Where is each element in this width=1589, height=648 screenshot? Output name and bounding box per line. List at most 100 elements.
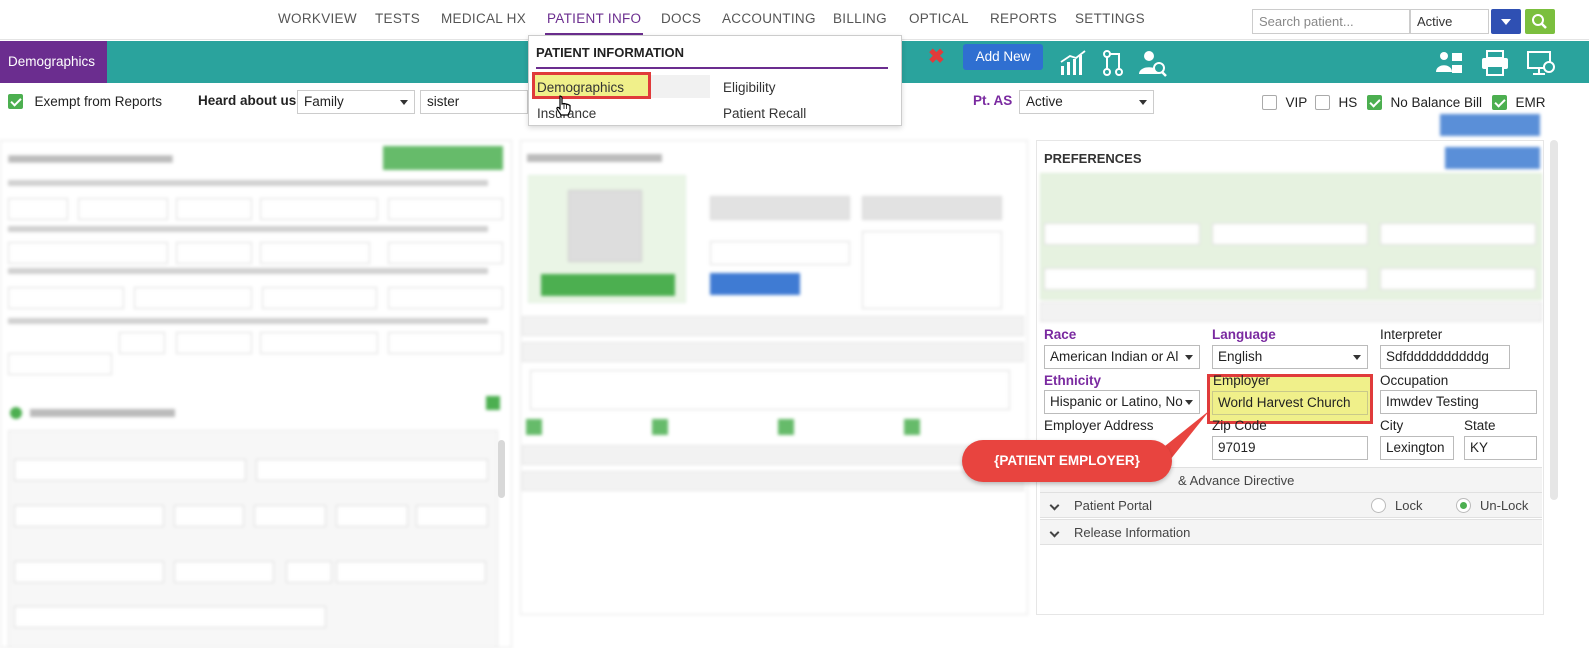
blurred-icon	[486, 396, 500, 410]
top-nav: WORKVIEW TESTS MEDICAL HX PATIENT INFO D…	[0, 0, 1589, 40]
blurred-notes	[530, 370, 1010, 410]
nav-billing[interactable]: BILLING	[833, 11, 887, 26]
blurred-field	[260, 332, 378, 354]
patient-status-select[interactable]: Active	[1410, 9, 1489, 34]
unlock-radio[interactable]	[1456, 498, 1471, 513]
nav-reports[interactable]: REPORTS	[990, 11, 1057, 26]
language-select[interactable]: English	[1212, 345, 1368, 369]
nav-medical-hx[interactable]: MEDICAL HX	[441, 11, 526, 26]
patient-info-menu: PATIENT INFORMATION Demographics Eligibi…	[528, 35, 902, 126]
monitor-settings-icon[interactable]	[1526, 48, 1556, 78]
blurred-text	[8, 180, 488, 186]
users-icon[interactable]	[1434, 48, 1464, 78]
emr-checkbox[interactable]	[1492, 95, 1507, 111]
blurred-text	[8, 268, 488, 274]
hand-cursor-icon	[556, 95, 571, 116]
tab-demographics[interactable]: Demographics	[0, 41, 107, 83]
ethnicity-label: Ethnicity	[1044, 373, 1102, 388]
search-icon	[1532, 14, 1547, 29]
printer-icon[interactable]	[1480, 48, 1510, 78]
nav-patient-info[interactable]: PATIENT INFO	[544, 11, 644, 36]
blurred-signature	[862, 231, 1002, 309]
menu-title: PATIENT INFORMATION	[536, 45, 685, 60]
menu-item-patient-recall[interactable]: Patient Recall	[723, 106, 806, 121]
nav-optical[interactable]: OPTICAL	[909, 11, 969, 26]
city-input[interactable]: Lexington	[1380, 436, 1454, 460]
blurred-text	[8, 155, 173, 163]
search-button[interactable]	[1525, 9, 1555, 34]
blurred-field	[256, 459, 488, 481]
menu-item-eligibility[interactable]: Eligibility	[723, 80, 776, 95]
blurred-section-row	[522, 316, 1024, 336]
menu-item-demographics[interactable]: Demographics	[537, 80, 624, 95]
lock-label: Lock	[1395, 498, 1423, 513]
lock-radio[interactable]	[1371, 498, 1386, 513]
heard-about-select[interactable]: Family	[297, 90, 415, 114]
no-balance-bill-checkbox[interactable]	[1367, 95, 1382, 111]
race-select[interactable]: American Indian or Al	[1044, 345, 1200, 369]
patient-portal-row[interactable]: Patient Portal Lock Un-Lock	[1040, 492, 1542, 518]
blurred-field	[416, 505, 488, 527]
blurred-field	[336, 561, 486, 583]
menu-divider	[536, 67, 888, 69]
chevron-down-icon	[1501, 19, 1511, 25]
patient-portal-label: Patient Portal	[1074, 498, 1153, 513]
occupation-input[interactable]: Imwdev Testing	[1380, 390, 1537, 414]
chart-icon[interactable]	[1058, 48, 1088, 78]
blurred-field	[260, 242, 370, 264]
zip-code-input[interactable]: 97019	[1212, 436, 1368, 460]
blurred-field	[262, 287, 377, 309]
blurred-field	[388, 198, 503, 220]
blurred-field	[14, 505, 164, 527]
blurred-field	[176, 242, 252, 264]
blurred-field	[8, 353, 112, 375]
panel-scrollbar[interactable]	[498, 440, 505, 498]
nav-tests[interactable]: TESTS	[375, 11, 420, 26]
interpreter-input[interactable]: Sdfddddddddddg	[1380, 345, 1510, 369]
pt-as-value: Active	[1026, 94, 1063, 109]
page-scrollbar[interactable]	[1550, 140, 1558, 500]
blurred-field	[388, 242, 503, 264]
nav-docs[interactable]: DOCS	[661, 11, 701, 26]
blurred-field	[174, 505, 244, 527]
blurred-field	[388, 332, 503, 354]
no-balance-bill-label: No Balance Bill	[1390, 95, 1482, 110]
blurred-button	[1440, 114, 1540, 136]
blurred-field	[8, 287, 124, 309]
blurred-field	[710, 241, 850, 265]
workflow-icon[interactable]	[1098, 48, 1128, 78]
blurred-upload-button	[541, 274, 675, 296]
blurred-field	[260, 198, 378, 220]
vip-checkbox[interactable]	[1262, 95, 1277, 111]
status-dropdown-button[interactable]	[1491, 9, 1521, 34]
pt-as-select[interactable]: Active	[1019, 90, 1154, 114]
heard-about-detail-input[interactable]: sister	[420, 90, 528, 114]
state-input[interactable]: KY	[1464, 436, 1537, 460]
release-information-row[interactable]: Release Information	[1040, 519, 1542, 545]
vip-flag: VIP	[1262, 94, 1307, 112]
exempt-row: Exempt from Reports	[8, 93, 162, 111]
hs-checkbox[interactable]	[1315, 95, 1330, 111]
preferences-title: PREFERENCES	[1044, 151, 1142, 166]
city-label: City	[1380, 418, 1404, 433]
blurred-checkbox	[652, 419, 668, 435]
blurred-text	[8, 226, 488, 232]
nav-settings[interactable]: SETTINGS	[1075, 11, 1145, 26]
nav-accounting[interactable]: ACCOUNTING	[722, 11, 816, 26]
close-icon[interactable]: ✖	[928, 44, 945, 69]
blurred-field	[286, 561, 332, 583]
pt-as-label: Pt. AS	[973, 93, 1013, 108]
blurred-field	[388, 287, 503, 309]
employer-input[interactable]: World Harvest Church	[1212, 391, 1368, 415]
chevron-down-icon	[1049, 500, 1060, 511]
emr-label: EMR	[1515, 95, 1546, 110]
exempt-checkbox[interactable]	[8, 94, 23, 110]
advance-directive-label: & Advance Directive	[1178, 473, 1295, 488]
add-new-button[interactable]: Add New	[963, 44, 1043, 70]
zip-code-label: Zip Code	[1212, 418, 1267, 433]
unlock-label: Un-Lock	[1480, 498, 1529, 513]
search-patient-input[interactable]: Search patient...	[1252, 9, 1410, 34]
user-search-icon[interactable]	[1138, 48, 1168, 78]
interpreter-label: Interpreter	[1380, 327, 1443, 342]
nav-workview[interactable]: WORKVIEW	[278, 11, 357, 26]
